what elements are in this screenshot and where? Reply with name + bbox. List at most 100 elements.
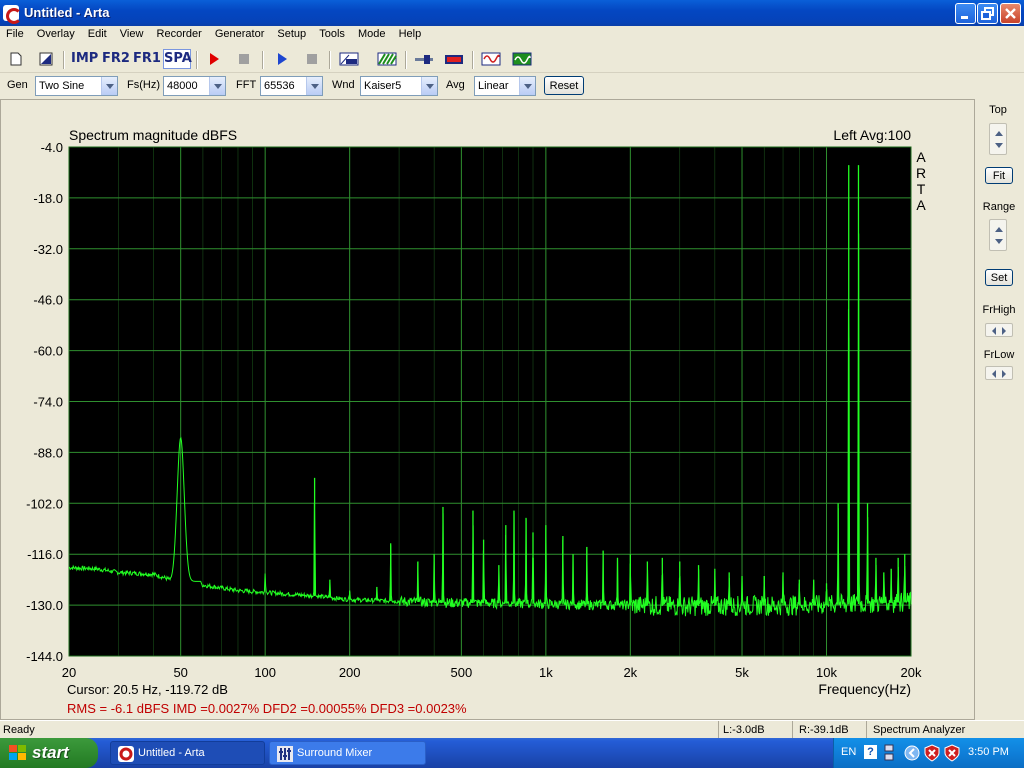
minimize-button[interactable] <box>955 3 976 24</box>
menu-bar: File Overlay Edit View Recorder Generato… <box>0 26 1024 45</box>
chevron-left-icon[interactable] <box>992 370 996 378</box>
options-bar: Gen Two Sine Fs(Hz) 48000 FFT 65536 Wnd … <box>0 73 1024 98</box>
menu-file[interactable]: File <box>6 26 24 40</box>
status-ready: Ready <box>3 724 35 736</box>
frhigh-spin[interactable] <box>985 323 1013 337</box>
top-spin[interactable] <box>989 123 1007 155</box>
spectrum-plot-panel: Spectrum magnitude dBFS Left Avg:100 A R T A -… <box>0 99 975 720</box>
meter-button[interactable] <box>442 49 466 69</box>
y-tick-label: -88.0 <box>33 445 63 460</box>
menu-edit[interactable]: Edit <box>88 26 107 40</box>
x-tick-label: 2k <box>623 665 637 680</box>
spectrum-chart[interactable]: Spectrum magnitude dBFS Left Avg:100 ARTA -… <box>1 100 974 719</box>
taskbar-item-arta[interactable]: Untitled - Arta <box>110 741 265 765</box>
side-label-letter: A <box>916 149 926 165</box>
y-tick-label: -4.0 <box>41 140 63 155</box>
label-button[interactable] <box>337 49 361 69</box>
toolbar-separator <box>262 51 264 69</box>
fr1-mode-button[interactable]: FR1 <box>132 49 161 69</box>
menu-view[interactable]: View <box>120 26 144 40</box>
system-tray: EN ? 3:50 PM <box>833 738 1024 768</box>
chevron-up-icon[interactable] <box>995 131 1003 136</box>
sine-generator-button[interactable] <box>479 49 503 69</box>
chevron-down-icon[interactable] <box>306 77 322 95</box>
start-button[interactable]: start <box>0 738 98 768</box>
spa-mode-button[interactable]: SPA <box>163 49 192 69</box>
fft-select[interactable]: 65536 <box>260 76 323 96</box>
chevron-left-icon[interactable] <box>992 327 996 335</box>
avg-select[interactable]: Linear <box>474 76 536 96</box>
menu-mode[interactable]: Mode <box>358 26 386 40</box>
scope-button[interactable] <box>510 49 534 69</box>
set-button[interactable]: Set <box>985 269 1013 286</box>
side-label-letter: T <box>917 181 926 197</box>
title-bar[interactable]: Untitled - Arta <box>0 0 1024 26</box>
slider-button[interactable] <box>412 49 436 69</box>
range-spin[interactable] <box>989 219 1007 251</box>
open-file-button[interactable] <box>36 49 56 69</box>
chevron-down-icon[interactable] <box>421 77 437 95</box>
cursor-readout: Cursor: 20.5 Hz, -119.72 dB <box>67 682 228 697</box>
side-panel <box>976 99 1024 720</box>
menu-setup[interactable]: Setup <box>277 26 306 40</box>
side-label-letter: A <box>916 197 926 213</box>
frlow-spin[interactable] <box>985 366 1013 380</box>
generator-stop-button[interactable] <box>302 49 322 69</box>
frhigh-label: FrHigh <box>982 304 1016 316</box>
menu-generator[interactable]: Generator <box>215 26 265 40</box>
shield-icon[interactable] <box>944 744 960 762</box>
new-file-button[interactable] <box>6 49 26 69</box>
menu-overlay[interactable]: Overlay <box>37 26 75 40</box>
reset-button[interactable]: Reset <box>544 76 584 95</box>
chevron-down-icon[interactable] <box>995 239 1003 244</box>
taskbar-item-surround-mixer[interactable]: Surround Mixer <box>269 741 426 765</box>
menu-tools[interactable]: Tools <box>319 26 345 40</box>
menu-recorder[interactable]: Recorder <box>157 26 202 40</box>
chevron-down-icon[interactable] <box>995 143 1003 148</box>
x-tick-label: 5k <box>735 665 749 680</box>
wnd-value: Kaiser5 <box>364 80 402 92</box>
chevron-right-icon[interactable] <box>1002 370 1006 378</box>
close-button[interactable] <box>1000 3 1021 24</box>
fs-select[interactable]: 48000 <box>163 76 226 96</box>
imp-mode-button[interactable]: IMP <box>70 49 98 69</box>
avg-value: Linear <box>478 80 509 92</box>
y-tick-label: -102.0 <box>26 496 63 511</box>
help-icon[interactable]: ? <box>864 745 877 759</box>
menu-help[interactable]: Help <box>399 26 422 40</box>
y-tick-label: -46.0 <box>33 293 63 308</box>
network-icon[interactable] <box>884 744 894 762</box>
chevron-right-icon[interactable] <box>1002 327 1006 335</box>
fit-button[interactable]: Fit <box>985 167 1013 184</box>
chevron-down-icon[interactable] <box>209 77 225 95</box>
x-tick-label: 10k <box>816 665 837 680</box>
restore-button[interactable] <box>977 3 998 24</box>
taskbar: start Untitled - Arta Surround Mixer EN … <box>0 738 1024 768</box>
record-stop-button[interactable] <box>234 49 254 69</box>
fr2-mode-button[interactable]: FR2 <box>101 49 130 69</box>
arta-app-icon[interactable] <box>3 5 22 24</box>
slider-icon <box>415 55 433 64</box>
imp-label: IMP <box>71 51 99 66</box>
hatch-button[interactable] <box>375 49 399 69</box>
minimize-icon <box>961 16 968 19</box>
chevron-down-icon[interactable] <box>519 77 535 95</box>
taskbar-item-label: Untitled - Arta <box>138 747 205 759</box>
play-icon <box>278 53 287 65</box>
generator-play-button[interactable] <box>272 49 292 69</box>
chevron-down-icon[interactable] <box>101 77 117 95</box>
x-tick-label: 100 <box>254 665 276 680</box>
toolbar-separator <box>63 51 65 69</box>
level-meter-icon <box>445 55 463 64</box>
tray-chevron-icon[interactable] <box>904 745 920 761</box>
wnd-select[interactable]: Kaiser5 <box>360 76 438 96</box>
language-indicator[interactable]: EN <box>841 746 856 758</box>
y-tick-label: -130.0 <box>26 598 63 613</box>
toolbar-separator <box>329 51 331 69</box>
record-button[interactable] <box>204 49 224 69</box>
chevron-up-icon[interactable] <box>995 227 1003 232</box>
shield-icon[interactable] <box>924 744 940 762</box>
spa-label: SPA <box>164 51 192 66</box>
gen-select[interactable]: Two Sine <box>35 76 118 96</box>
stop-icon <box>307 54 317 64</box>
